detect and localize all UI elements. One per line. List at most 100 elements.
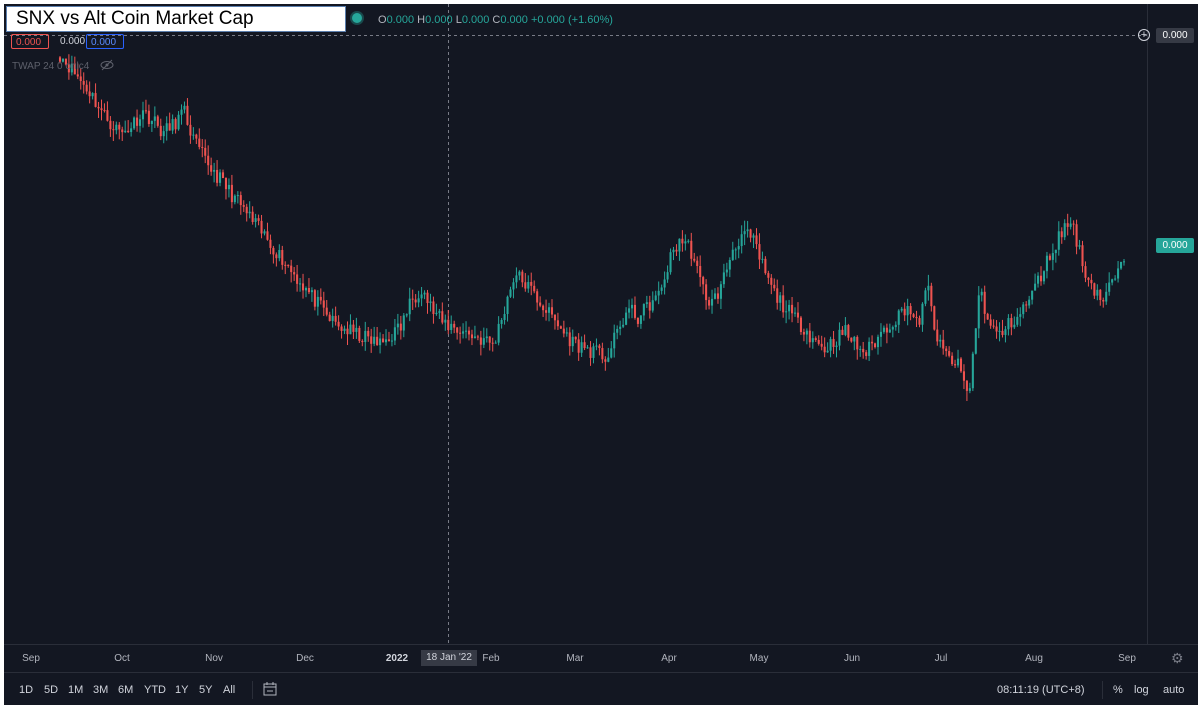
candle — [619, 320, 622, 336]
add-alert-icon[interactable]: + — [1138, 29, 1150, 41]
candle — [622, 318, 625, 329]
price-plot[interactable] — [4, 4, 1198, 672]
candle — [888, 323, 891, 333]
candle — [956, 349, 960, 368]
candle — [1111, 278, 1114, 286]
range-6m-button[interactable]: 6M — [118, 684, 133, 696]
candle — [1019, 307, 1022, 327]
candle — [690, 232, 693, 267]
candle — [897, 309, 900, 333]
candle — [349, 314, 352, 335]
candle — [500, 318, 503, 329]
x-tick-label: Jul — [934, 653, 948, 664]
candle — [399, 315, 402, 340]
bid-price[interactable]: 0.000 — [11, 34, 49, 49]
candle — [699, 255, 702, 287]
candle — [133, 116, 136, 130]
candle — [420, 286, 423, 307]
candle — [180, 104, 183, 125]
candle — [361, 339, 364, 347]
candle — [951, 352, 954, 366]
candle — [1063, 219, 1066, 241]
range-ytd-button[interactable]: YTD — [144, 684, 166, 696]
candle — [788, 299, 791, 320]
candle — [278, 244, 281, 262]
candle — [358, 325, 361, 343]
candle — [696, 256, 699, 274]
candle — [144, 99, 147, 114]
candle — [850, 337, 853, 343]
x-tick-label: Sep — [1118, 653, 1136, 664]
ask-price[interactable]: 0.000 — [86, 34, 124, 49]
settings-gear-icon[interactable]: ⚙ — [1171, 650, 1184, 667]
candle — [198, 128, 201, 150]
candle — [470, 329, 474, 346]
candle — [954, 359, 957, 369]
candle — [583, 334, 586, 351]
candle — [856, 335, 859, 360]
candle — [992, 319, 995, 329]
candle — [719, 281, 722, 310]
candle — [310, 287, 313, 302]
candle — [900, 306, 903, 313]
candle — [1057, 221, 1060, 256]
candle — [796, 302, 800, 324]
candle — [260, 214, 263, 239]
candle — [1078, 239, 1081, 250]
candle — [272, 245, 275, 264]
candle — [242, 200, 245, 212]
candle — [376, 326, 379, 346]
log-scale-toggle[interactable]: log — [1134, 684, 1149, 696]
candle — [515, 267, 518, 289]
range-3m-button[interactable]: 3M — [93, 684, 108, 696]
candle — [189, 115, 192, 144]
candle — [509, 286, 512, 298]
range-1d-button[interactable]: 1D — [19, 684, 33, 696]
eye-slash-icon[interactable] — [100, 59, 114, 71]
candle — [165, 116, 168, 141]
candle — [450, 315, 453, 334]
candle — [666, 265, 669, 283]
range-1y-button[interactable]: 1Y — [175, 684, 188, 696]
candle — [782, 285, 785, 318]
candle — [337, 315, 340, 331]
candle — [441, 302, 444, 325]
candle — [296, 264, 299, 292]
candle — [216, 160, 219, 187]
candle — [580, 336, 583, 357]
candle — [1037, 272, 1040, 288]
range-5y-button[interactable]: 5Y — [199, 684, 212, 696]
candle — [574, 336, 577, 344]
candle — [387, 331, 391, 342]
x-tick-label: Dec — [296, 653, 314, 664]
candle — [390, 333, 393, 347]
indicator-legend[interactable]: TWAP 24 0 ohlc4 — [12, 61, 89, 72]
spread-value: 0.000 — [60, 36, 86, 47]
candle — [710, 289, 714, 314]
range-5d-button[interactable]: 5D — [44, 684, 58, 696]
candle — [1099, 289, 1102, 306]
candle — [942, 329, 945, 355]
auto-scale-toggle[interactable]: auto — [1163, 684, 1184, 696]
candle — [746, 220, 749, 238]
range-1m-button[interactable]: 1M — [68, 684, 83, 696]
candle — [230, 174, 233, 209]
candle — [1066, 213, 1069, 236]
percent-scale-toggle[interactable]: % — [1113, 684, 1123, 696]
candle — [862, 341, 865, 359]
candle — [370, 328, 373, 353]
candle — [669, 248, 672, 275]
candle — [124, 120, 127, 134]
timezone-clock[interactable]: 08:11:19 (UTC+8) — [997, 684, 1085, 696]
go-to-date-icon[interactable] — [262, 681, 278, 697]
candle — [512, 278, 515, 299]
candle — [373, 326, 376, 347]
candle — [986, 312, 989, 320]
candle — [980, 288, 983, 302]
range-all-button[interactable]: All — [223, 684, 235, 696]
candle — [408, 287, 411, 322]
candle — [752, 233, 755, 249]
candle — [829, 336, 832, 358]
candle — [118, 122, 121, 140]
candle — [82, 72, 85, 94]
